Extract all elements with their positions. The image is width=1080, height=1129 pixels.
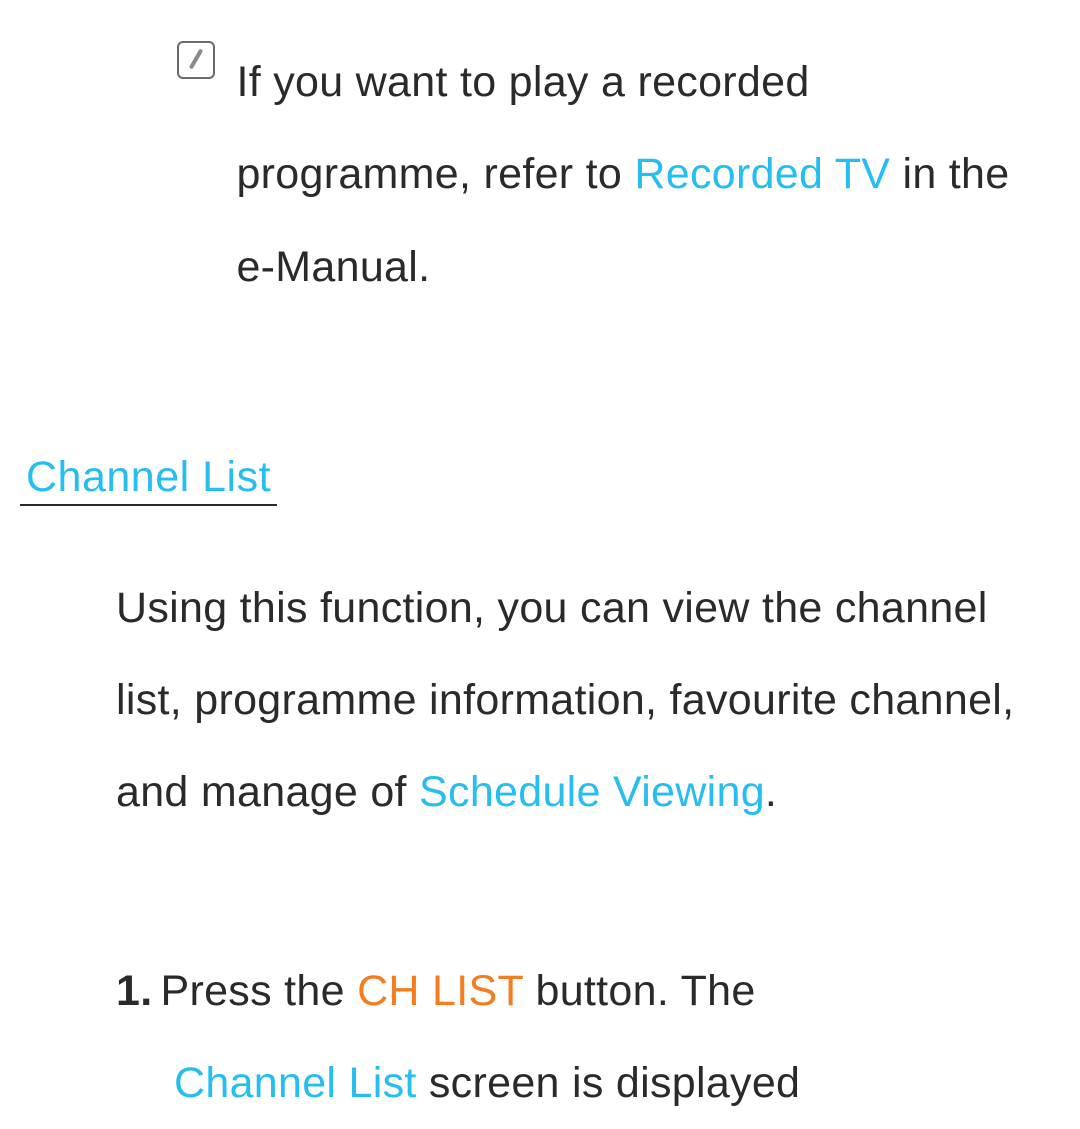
section-intro: Using this function, you can view the ch… <box>116 562 1030 838</box>
note-icon <box>177 41 215 79</box>
step1-part1: Press the <box>160 967 357 1015</box>
note-block: If you want to play a recorded programme… <box>177 36 1030 313</box>
channel-list-link[interactable]: Channel List <box>174 1059 417 1107</box>
step-1: 1.Press the CH LIST button. The Channel … <box>116 945 1030 1129</box>
ch-list-button-label: CH LIST <box>357 967 523 1015</box>
step-number: 1. <box>116 967 152 1015</box>
note-text: If you want to play a recorded programme… <box>236 36 1026 313</box>
step1-part3: screen is displayed <box>417 1059 801 1107</box>
section-heading-channel-list[interactable]: Channel List <box>20 453 277 506</box>
schedule-viewing-link[interactable]: Schedule Viewing <box>419 768 765 816</box>
step1-part2: button. The <box>523 967 755 1015</box>
recorded-tv-link[interactable]: Recorded TV <box>634 150 890 198</box>
intro-part2: . <box>765 768 777 816</box>
